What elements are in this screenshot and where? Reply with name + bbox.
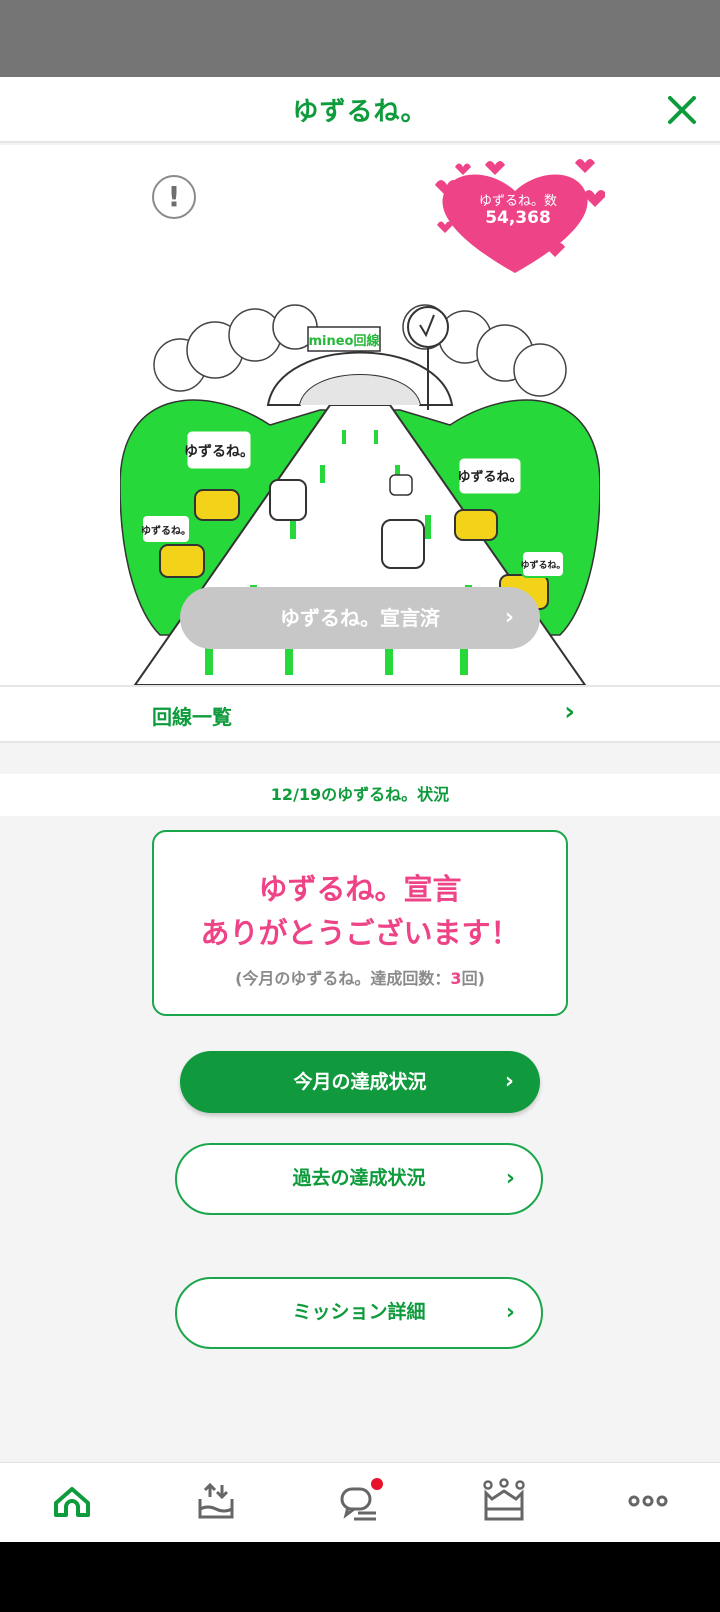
achievement-count: (今月のゆずるね。達成回数：3回) (154, 965, 566, 989)
bubble-text-3: ゆずるね。 (457, 469, 522, 485)
close-icon[interactable] (664, 92, 700, 128)
count-prefix: (今月のゆずるね。達成回数： (235, 969, 451, 988)
past-status-button[interactable]: 過去の達成状況 › (175, 1143, 543, 1215)
chevron-right-icon: › (505, 1300, 515, 1325)
hero-section: ! ゆずるね。数 54,368 mineo回線 ゆずるね。 ゆずるね。 ゆずるね… (0, 145, 720, 686)
line-list-label: 回線一覧 (152, 705, 232, 729)
this-month-status-button[interactable]: 今月の達成状況 › (180, 1051, 540, 1113)
count-suffix: 回) (461, 969, 485, 988)
past-status-label: 過去の達成状況 (292, 1167, 426, 1189)
thanks-line-2: ありがとうございます！ (200, 916, 520, 950)
data-upload-icon[interactable] (192, 1477, 240, 1525)
this-month-status-label: 今月の達成状況 (293, 1071, 427, 1093)
counter-value: 54,368 (485, 208, 551, 228)
declare-button[interactable]: ゆずるね。宣言済 › (180, 587, 540, 649)
chevron-right-icon: › (504, 605, 514, 630)
more-icon[interactable] (624, 1477, 672, 1525)
thanks-line-1: ゆずるね。宣言 (258, 872, 462, 906)
chat-icon[interactable] (336, 1477, 384, 1525)
info-icon[interactable]: ! (152, 175, 196, 219)
notification-badge (371, 1478, 383, 1490)
declare-button-label: ゆずるね。宣言済 (280, 606, 440, 630)
mission-details-button[interactable]: ミッション詳細 › (175, 1277, 543, 1349)
status-heading: 12/19のゆずるね。状況 (0, 774, 720, 816)
mission-details-label: ミッション詳細 (292, 1301, 426, 1323)
app-header: ゆずるね。 (0, 77, 720, 143)
bubble-text-2: ゆずるね。 (141, 524, 191, 537)
page-title: ゆずるね。 (292, 97, 428, 127)
bottom-tab-bar (0, 1462, 720, 1542)
chevron-right-icon: › (504, 1069, 514, 1094)
chevron-right-icon: › (564, 697, 575, 727)
thanks-card: ゆずるね。宣言 ありがとうございます！ (今月のゆずるね。達成回数：3回) (152, 830, 568, 1016)
crown-icon[interactable] (480, 1477, 528, 1525)
system-navigation-bar (0, 1542, 720, 1612)
tunnel-sign-text: mineo回線 (308, 333, 380, 349)
chevron-right-icon: › (505, 1166, 515, 1191)
bubble-text-1: ゆずるね。 (184, 443, 254, 460)
line-list-row[interactable]: 回線一覧 › (0, 685, 720, 743)
system-status-bar (0, 0, 720, 77)
bubble-text-4: ゆずるね。 (520, 559, 565, 571)
home-icon[interactable] (48, 1477, 96, 1525)
count-value: 3 (450, 969, 462, 988)
counter-label: ゆずるね。数 (478, 194, 557, 209)
